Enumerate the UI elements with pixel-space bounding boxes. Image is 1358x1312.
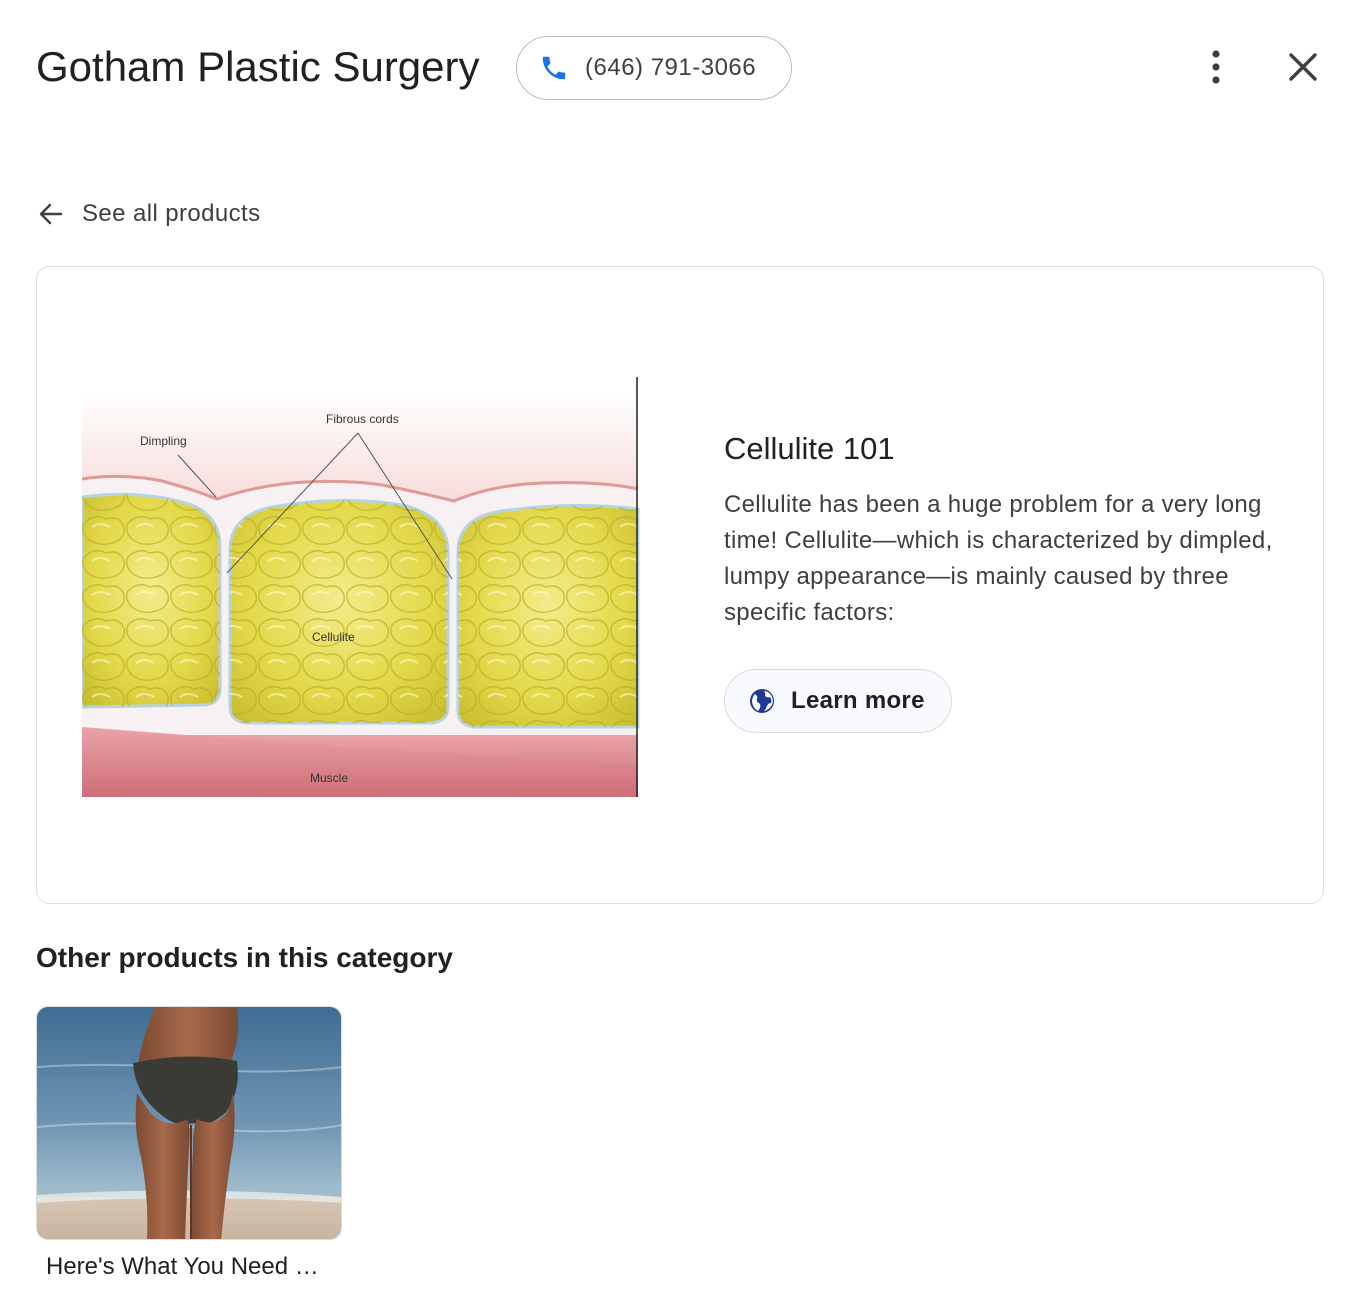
- image-label-cellulite: Cellulite: [312, 630, 355, 644]
- product-card: Fibrous cords Dimpling Cellulite Muscle …: [36, 266, 1324, 904]
- product-title: Cellulite 101: [724, 431, 895, 466]
- more-vert-icon: [1212, 50, 1220, 84]
- product-description: Cellulite has been a huge problem for a …: [724, 491, 1273, 626]
- other-products-heading: Other products in this category: [36, 942, 453, 973]
- business-name: Gotham Plastic Surgery: [36, 43, 480, 90]
- other-product-thumbnail: [36, 1006, 342, 1240]
- other-product-caption: Here's What You Need …: [46, 1253, 319, 1280]
- learn-more-label: Learn more: [791, 687, 925, 714]
- close-button[interactable]: [1282, 46, 1324, 88]
- see-all-products-label: See all products: [82, 200, 261, 227]
- phone-number: (646) 791-3066: [585, 54, 757, 81]
- learn-more-button[interactable]: Learn more: [724, 669, 952, 733]
- call-button[interactable]: (646) 791-3066: [516, 36, 792, 100]
- more-options-button[interactable]: [1196, 46, 1236, 90]
- image-label-muscle: Muscle: [310, 771, 348, 785]
- see-all-products-link[interactable]: See all products: [36, 192, 261, 236]
- globe-icon: [750, 689, 774, 713]
- image-label-fibrous-cords: Fibrous cords: [326, 412, 399, 426]
- image-label-dimpling: Dimpling: [140, 434, 187, 448]
- other-product-card[interactable]: Here's What You Need …: [36, 1006, 342, 1284]
- close-icon: [1289, 53, 1317, 81]
- header: Gotham Plastic Surgery (646) 791-3066: [0, 0, 1358, 140]
- phone-icon: [542, 56, 566, 80]
- product-image: Fibrous cords Dimpling Cellulite Muscle: [82, 377, 640, 797]
- arrow-back-icon: [39, 203, 63, 225]
